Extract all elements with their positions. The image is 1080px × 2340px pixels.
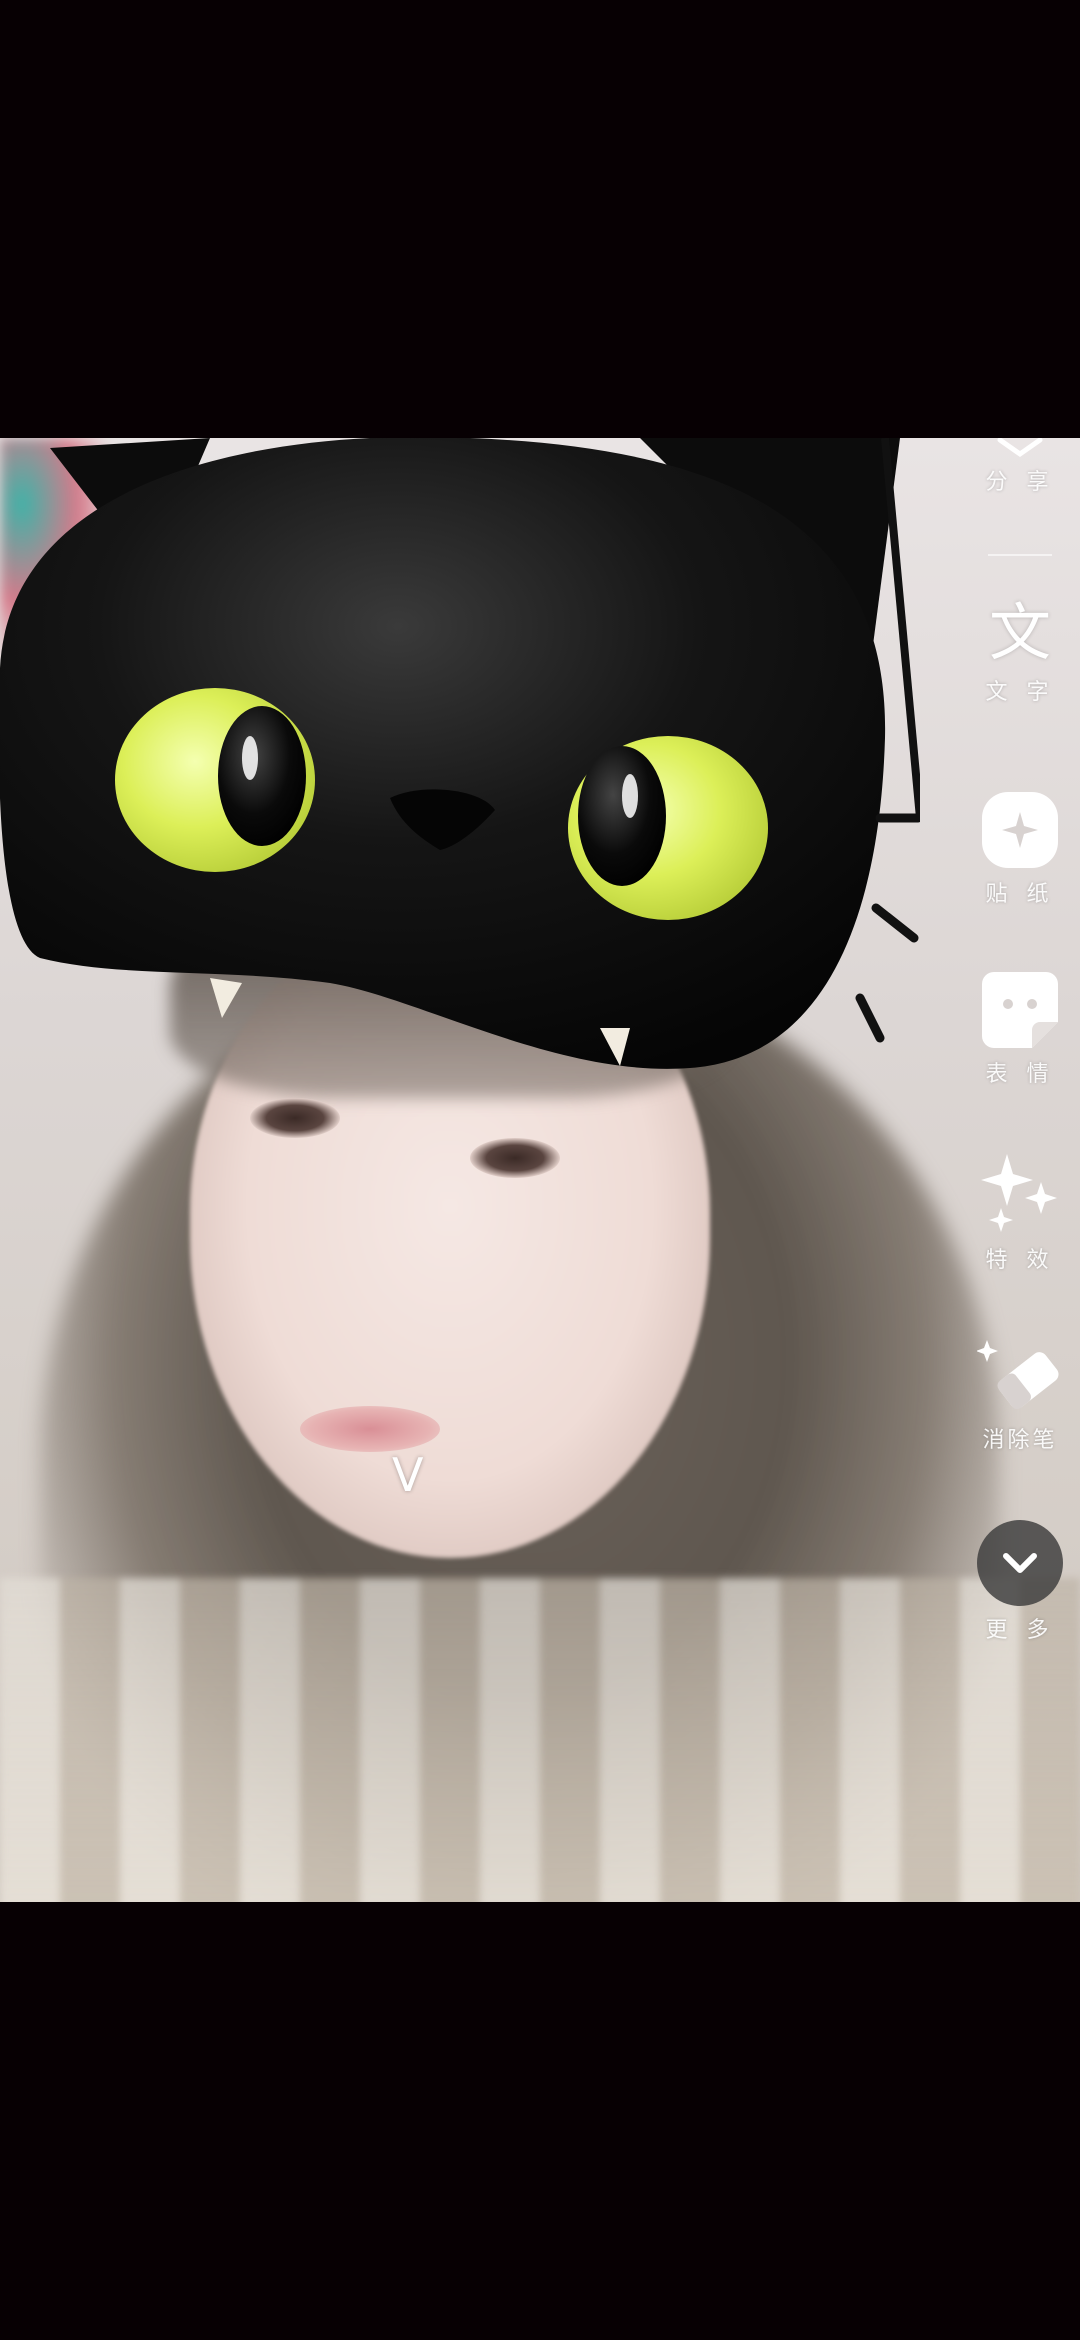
edit-tool-rail: 分 享 文 文 字 贴 纸 表 情 特 效 消除笔 更 多 [960,438,1080,1688]
share-icon [997,438,1043,458]
more-button[interactable] [977,1520,1063,1606]
tool-divider [988,554,1052,556]
tool-sparkle[interactable]: 特 效 [960,1150,1080,1274]
person-sweater [0,1578,1080,1902]
person-left-eye [250,1098,340,1138]
caption-text: V [392,1448,424,1502]
tool-share[interactable]: 分 享 [960,438,1080,556]
sticker-icon [982,792,1058,868]
tool-emoji[interactable]: 表 情 [960,970,1080,1088]
cat-right-pupil [578,746,666,886]
chevron-down-icon [1003,1553,1037,1573]
cat-left-pupil [218,706,306,846]
text-icon: 文 [988,596,1051,669]
tool-share-label: 分 享 [985,470,1055,495]
person-right-eye [470,1138,560,1178]
cat-face-filter [0,438,920,1069]
tool-more-label: 更 多 [985,1618,1055,1643]
person-lips [300,1406,440,1452]
tool-more[interactable]: 更 多 [960,1520,1080,1644]
eraser-icon [977,1340,1059,1410]
cat-left-fang [210,978,242,1018]
sparkle-icon [981,1154,1057,1232]
tool-sticker[interactable]: 贴 纸 [960,790,1080,908]
tool-sparkle-label: 特 效 [985,1248,1055,1273]
video-preview[interactable]: V [0,438,1080,1902]
tool-text[interactable]: 文 文 字 [960,598,1080,706]
tool-text-label: 文 字 [985,680,1055,705]
tool-emoji-label: 表 情 [985,1062,1055,1087]
tool-sticker-label: 贴 纸 [985,882,1055,907]
editor-screen: V 分 享 文 文 字 贴 纸 表 情 特 效 消除笔 更 多 [0,0,1080,2340]
tool-eraser-label: 消除笔 [982,1428,1058,1453]
tool-eraser[interactable]: 消除笔 [960,1336,1080,1454]
emoji-sticker-icon [982,972,1058,1048]
